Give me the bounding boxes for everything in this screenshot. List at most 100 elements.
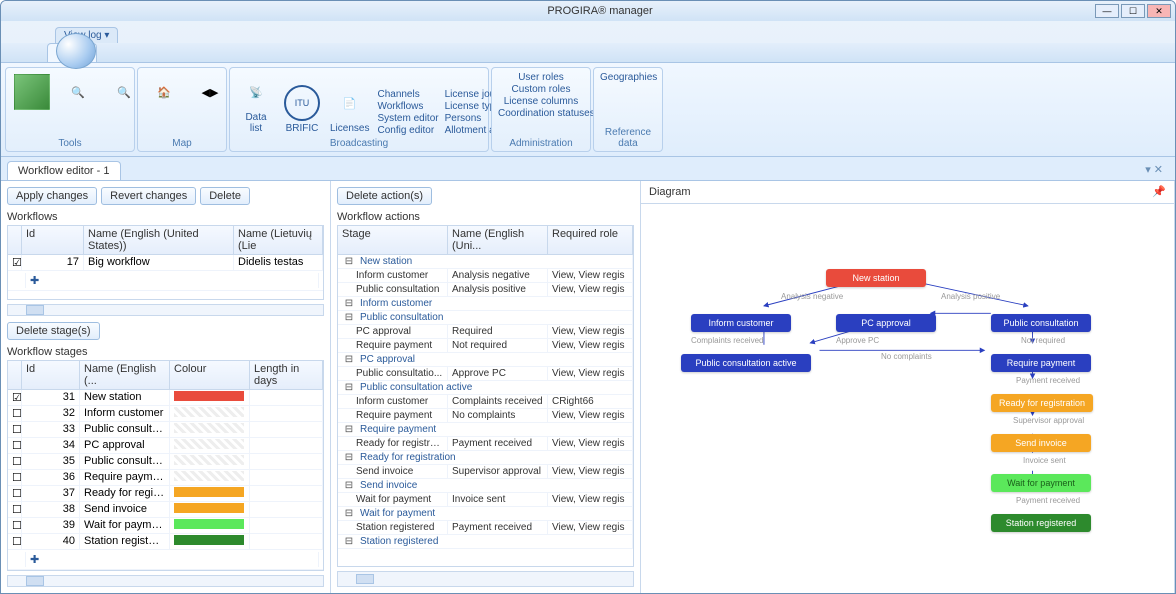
workflows-pane: Apply changes Revert changes Delete Work… [1, 181, 331, 593]
actions-hscrollbar[interactable] [337, 571, 634, 587]
action-row[interactable]: Public consultationAnalysis positiveView… [338, 283, 633, 297]
tab-dropdown-icon[interactable]: ▾ ✕ [1139, 161, 1169, 180]
stage-row[interactable]: ☐38Send invoice [8, 502, 323, 518]
action-row[interactable]: Require paymentNot requiredView, View re… [338, 339, 633, 353]
actions-grid[interactable]: Stage Name (English (Uni... Required rol… [337, 225, 634, 567]
stage-row[interactable]: ☑31New station [8, 390, 323, 406]
system-editor-link[interactable]: System editor [377, 113, 438, 124]
edge-payment2: Payment received [1016, 496, 1080, 505]
stage-row[interactable]: ☐39Wait for payment [8, 518, 323, 534]
node-pca[interactable]: Public consultation active [681, 354, 811, 372]
edge-analysis-neg: Analysis negative [781, 292, 843, 301]
node-pc-approval[interactable]: PC approval [836, 314, 936, 332]
workflows-label: Workflows [7, 211, 324, 223]
pin-icon[interactable]: 📌 [1152, 185, 1166, 199]
add-workflow-row[interactable]: ✚ [8, 271, 323, 291]
node-registered[interactable]: Station registered [991, 514, 1091, 532]
action-row[interactable]: Inform customerComplaints receivedCRight… [338, 395, 633, 409]
action-row[interactable]: Public consultatio...Approve PCView, Vie… [338, 367, 633, 381]
stage-row[interactable]: ☐37Ready for registration [8, 486, 323, 502]
edge-supervisor: Supervisor approval [1013, 416, 1084, 425]
node-send-invoice[interactable]: Send invoice [991, 434, 1091, 452]
node-new-station[interactable]: New station [826, 269, 926, 287]
action-stage-header[interactable]: ⊟Ready for registration [338, 451, 633, 465]
workflows-hscrollbar[interactable] [7, 304, 324, 316]
geographies-link[interactable]: Geographies [600, 72, 656, 83]
reference-group-label: Reference data [600, 127, 656, 149]
stages-grid[interactable]: Id Name (English (... Colour Length in d… [7, 360, 324, 571]
stage-row[interactable]: ☐33Public consultation [8, 422, 323, 438]
node-wait-payment[interactable]: Wait for payment [991, 474, 1091, 492]
minimize-button[interactable]: — [1095, 4, 1119, 18]
licenses-button[interactable]: 📄Licenses [328, 83, 371, 136]
action-row[interactable]: Station registeredPayment receivedView, … [338, 521, 633, 535]
node-inform-customer[interactable]: Inform customer [691, 314, 791, 332]
channels-link[interactable]: Channels [377, 89, 438, 100]
maximize-button[interactable]: ☐ [1121, 4, 1145, 18]
edge-analysis-pos: Analysis positive [941, 292, 1000, 301]
workflow-row[interactable]: ☑ 17 Big workflow Didelis testas [8, 255, 323, 271]
data-list-button[interactable]: 📡Data list [236, 72, 276, 136]
action-stage-header[interactable]: ⊟Public consultation [338, 311, 633, 325]
action-stage-header[interactable]: ⊟Require payment [338, 423, 633, 437]
user-roles-link[interactable]: User roles [498, 72, 584, 83]
workflow-actions-pane: Delete action(s) Workflow actions Stage … [331, 181, 641, 593]
brific-button[interactable]: ITUBRIFIC [282, 83, 322, 136]
config-editor-link[interactable]: Config editor [377, 125, 438, 136]
action-stage-header[interactable]: ⊟Station registered [338, 535, 633, 549]
action-stage-header[interactable]: ⊟Public consultation active [338, 381, 633, 395]
tools-search1-icon[interactable]: 🔍 [58, 72, 98, 112]
workflow-stages-label: Workflow stages [7, 346, 324, 358]
stage-row[interactable]: ☐40Station registered [8, 534, 323, 550]
delete-stages-button[interactable]: Delete stage(s) [7, 322, 100, 340]
ribbon: 🔍 🔍 Tools 🏠 ◀▶ 📐 Map 📡Data list ITUBRIFI… [1, 62, 1175, 157]
workflow-actions-label: Workflow actions [337, 211, 634, 223]
action-stage-header[interactable]: ⊟Inform customer [338, 297, 633, 311]
stage-row[interactable]: ☐35Public consultation ... [8, 454, 323, 470]
apply-changes-button[interactable]: Apply changes [7, 187, 97, 205]
app-window: PROGIRA® manager — ☐ ✕ View log ▾ Main 🔍… [0, 0, 1176, 594]
edge-complaints: Complaints received [691, 336, 763, 345]
workflows-link[interactable]: Workflows [377, 101, 438, 112]
action-row[interactable]: PC approvalRequiredView, View regis [338, 325, 633, 339]
action-stage-header[interactable]: ⊟PC approval [338, 353, 633, 367]
diagram-pane: Diagram 📌 New stat [641, 181, 1175, 593]
action-row[interactable]: Send invoiceSupervisor approvalView, Vie… [338, 465, 633, 479]
stage-row[interactable]: ☐32Inform customer [8, 406, 323, 422]
workflow-editor-tab[interactable]: Workflow editor - 1 [7, 161, 121, 180]
edge-payment1: Payment received [1016, 376, 1080, 385]
workflows-grid[interactable]: Id Name (English (United States)) Name (… [7, 225, 324, 300]
action-row[interactable]: Require paymentNo complaintsView, View r… [338, 409, 633, 423]
node-public-consultation[interactable]: Public consultation [991, 314, 1091, 332]
action-row[interactable]: Inform customerAnalysis negativeView, Vi… [338, 269, 633, 283]
diagram-title: Diagram [649, 186, 691, 198]
revert-changes-button[interactable]: Revert changes [101, 187, 196, 205]
stage-row[interactable]: ☐36Require payment [8, 470, 323, 486]
license-columns-link[interactable]: License columns [498, 96, 584, 107]
action-row[interactable]: Wait for paymentInvoice sentView, View r… [338, 493, 633, 507]
action-stage-header[interactable]: ⊟Send invoice [338, 479, 633, 493]
titlebar: PROGIRA® manager — ☐ ✕ [1, 1, 1175, 21]
tools-group-label: Tools [12, 138, 128, 149]
delete-workflow-button[interactable]: Delete [200, 187, 250, 205]
window-title: PROGIRA® manager [105, 5, 1095, 17]
close-button[interactable]: ✕ [1147, 4, 1171, 18]
edge-not-required: Not required [1021, 336, 1065, 345]
coordination-statuses-link[interactable]: Coordination statuses [498, 108, 584, 119]
stage-row[interactable]: ☐34PC approval [8, 438, 323, 454]
delete-actions-button[interactable]: Delete action(s) [337, 187, 432, 205]
action-stage-header[interactable]: ⊟Wait for payment [338, 507, 633, 521]
map-nav-icon[interactable]: ◀▶ [190, 72, 230, 112]
add-stage-row[interactable]: ✚ [8, 550, 323, 570]
node-require-payment[interactable]: Require payment [991, 354, 1091, 372]
tools-map-icon[interactable] [12, 72, 52, 112]
action-stage-header[interactable]: ⊟New station [338, 255, 633, 269]
app-orb-button[interactable] [56, 33, 96, 69]
stages-hscrollbar[interactable] [7, 575, 324, 587]
broadcasting-group-label: Broadcasting [236, 138, 482, 149]
diagram-canvas[interactable]: New station Inform customer PC approval … [641, 204, 1174, 593]
custom-roles-link[interactable]: Custom roles [498, 84, 584, 95]
map-home-icon[interactable]: 🏠 [144, 72, 184, 112]
action-row[interactable]: Ready for registrationPayment receivedVi… [338, 437, 633, 451]
node-ready[interactable]: Ready for registration [991, 394, 1093, 412]
